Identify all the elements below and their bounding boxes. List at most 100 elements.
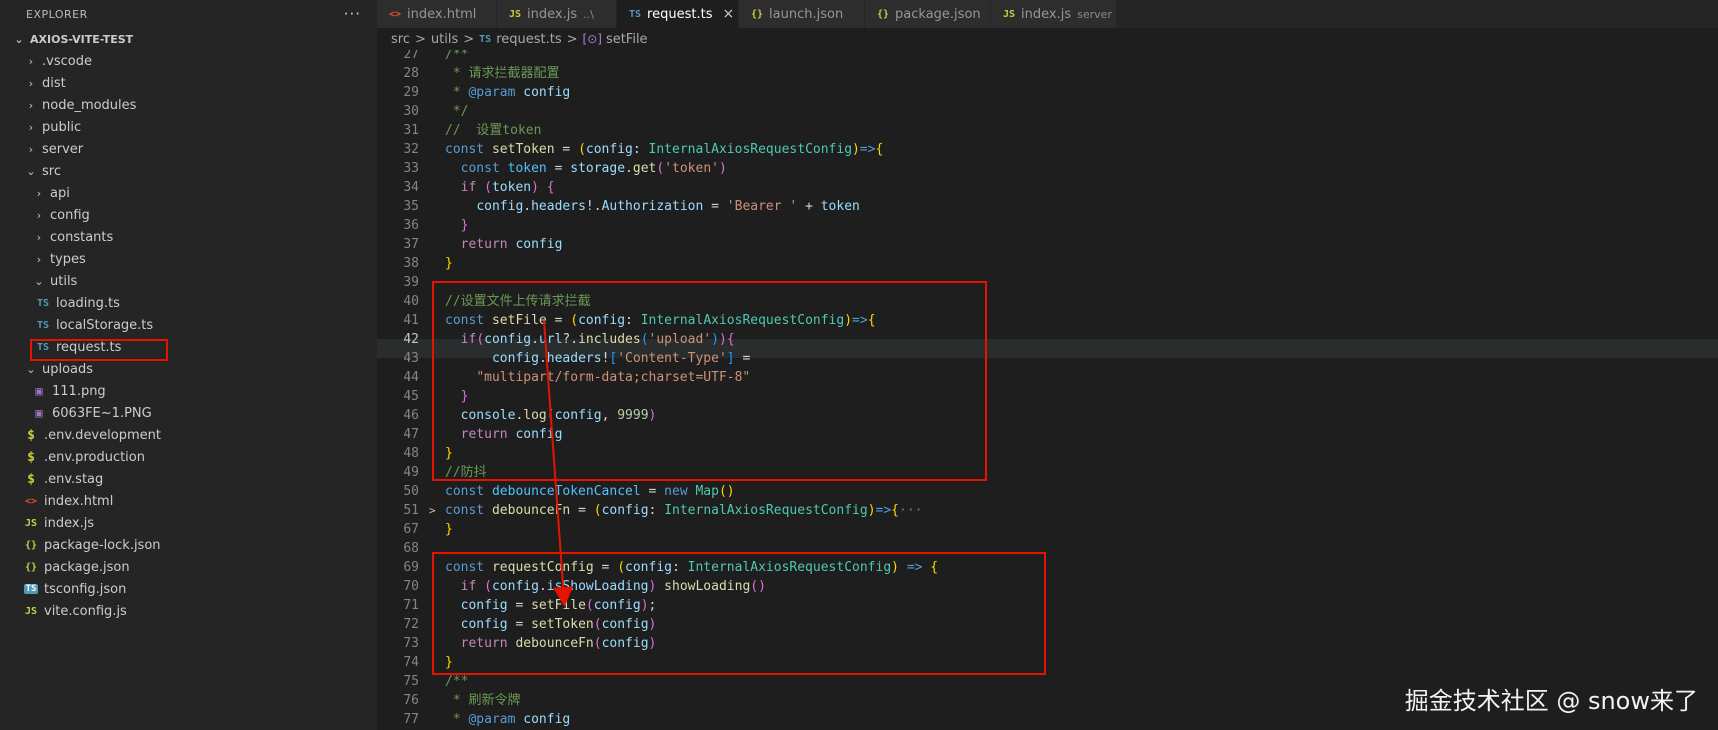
tree-folder-constants[interactable]: › constants — [0, 226, 377, 248]
tree-file-index-js[interactable]: JS index.js — [0, 512, 377, 534]
breadcrumb-file[interactable]: request.ts — [496, 32, 561, 47]
breadcrumb-utils[interactable]: utils — [431, 32, 458, 47]
tab-index-js-server[interactable]: JS index.js server — [991, 0, 1117, 28]
tree-label: 6063FE~1.PNG — [52, 405, 152, 421]
tree-folder-config[interactable]: › config — [0, 204, 377, 226]
tree-label: utils — [50, 273, 78, 289]
tab-description: ..\ — [583, 7, 594, 21]
tree-file-index-html[interactable]: <> index.html — [0, 490, 377, 512]
tree-label: node_modules — [42, 97, 137, 113]
request-ts-highlight-box — [30, 339, 168, 361]
line-number: 45 — [403, 389, 419, 404]
line-number: 42 — [403, 332, 419, 347]
typescript-icon: TS — [36, 319, 50, 331]
explorer-header: EXPLORER ··· — [0, 0, 377, 28]
tree-file-env-stag[interactable]: $ .env.stag — [0, 468, 377, 490]
tab-index-js[interactable]: JS index.js ..\ — [497, 0, 617, 28]
tree-folder-uploads[interactable]: ⌄ uploads — [0, 358, 377, 380]
code-editor[interactable]: 27/** 28 * 请求拦截器配置 29 * @param config 30… — [377, 50, 1718, 730]
tree-folder-node-modules[interactable]: › node_modules — [0, 94, 377, 116]
line-number: 28 — [403, 66, 419, 81]
line-number: 43 — [403, 351, 419, 366]
tree-file-6063fe-png[interactable]: ▣ 6063FE~1.PNG — [0, 402, 377, 424]
chevron-right-icon: › — [36, 208, 42, 222]
line-number: 41 — [403, 313, 419, 328]
tree-file-env-production[interactable]: $ .env.production — [0, 446, 377, 468]
tree-file-package-json[interactable]: {} package.json — [0, 556, 377, 578]
explorer-title: EXPLORER — [26, 7, 88, 21]
tree-label: server — [42, 141, 84, 157]
tree-folder-vscode[interactable]: › .vscode — [0, 50, 377, 72]
tree-folder-api[interactable]: › api — [0, 182, 377, 204]
tab-package-json[interactable]: {} package.json — [865, 0, 991, 28]
tab-label: package.json — [895, 6, 981, 22]
typescript-icon: TS — [36, 297, 50, 309]
fold-chevron-icon[interactable]: > — [429, 501, 436, 520]
chevron-right-icon: › — [36, 230, 42, 244]
breadcrumb-symbol[interactable]: setFile — [606, 32, 648, 47]
javascript-icon: JS — [509, 8, 522, 20]
chevron-right-icon: › — [28, 98, 34, 112]
html-icon: <> — [24, 495, 38, 507]
tree-file-env-development[interactable]: $ .env.development — [0, 424, 377, 446]
line-number: 29 — [403, 85, 419, 100]
explorer-sidebar: EXPLORER ··· ⌄ AXIOS-VITE-TEST › .vscode … — [0, 0, 377, 730]
line-number: 69 — [403, 560, 419, 575]
tree-folder-types[interactable]: › types — [0, 248, 377, 270]
tree-folder-server[interactable]: › server — [0, 138, 377, 160]
tab-index-html[interactable]: <> index.html — [377, 0, 497, 28]
line-number: 47 — [403, 427, 419, 442]
tab-request-ts[interactable]: TS request.ts × — [617, 0, 739, 28]
line-number: 44 — [403, 370, 419, 385]
line-number: 67 — [403, 522, 419, 537]
json-icon: {} — [24, 539, 38, 551]
env-dollar-icon: $ — [27, 471, 35, 487]
tree-file-package-lock-json[interactable]: {} package-lock.json — [0, 534, 377, 556]
tab-label: index.js — [1021, 6, 1072, 22]
tree-label: localStorage.ts — [56, 317, 154, 333]
env-dollar-icon: $ — [27, 449, 35, 465]
tree-file-loading-ts[interactable]: TS loading.ts — [0, 292, 377, 314]
tab-label: index.js — [527, 6, 578, 22]
collapsed-region-marker[interactable]: ··· — [899, 503, 922, 518]
tree-file-111-png[interactable]: ▣ 111.png — [0, 380, 377, 402]
tree-folder-dist[interactable]: › dist — [0, 72, 377, 94]
image-icon: ▣ — [35, 406, 43, 420]
chevron-down-icon: ⌄ — [26, 164, 36, 178]
image-icon: ▣ — [35, 384, 43, 398]
javascript-icon: JS — [24, 605, 38, 617]
env-dollar-icon: $ — [27, 427, 35, 443]
tree-file-vite-config-js[interactable]: JS vite.config.js — [0, 600, 377, 622]
javascript-icon: JS — [24, 517, 38, 529]
line-number: 40 — [403, 294, 419, 309]
chevron-right-icon: › — [36, 252, 42, 266]
close-icon[interactable]: × — [722, 6, 734, 22]
more-actions-icon[interactable]: ··· — [344, 5, 361, 23]
tree-label: loading.ts — [56, 295, 120, 311]
line-number: 46 — [403, 408, 419, 423]
tree-folder-utils[interactable]: ⌄ utils — [0, 270, 377, 292]
tree-label: index.html — [44, 493, 114, 509]
tree-label: config — [50, 207, 90, 223]
tree-file-localstorage-ts[interactable]: TS localStorage.ts — [0, 314, 377, 336]
typescript-icon: TS — [629, 8, 642, 20]
breadcrumb-separator: > — [566, 31, 578, 47]
line-number: 32 — [403, 142, 419, 157]
line-number: 36 — [403, 218, 419, 233]
tab-launch-json[interactable]: {} launch.json — [739, 0, 865, 28]
tree-file-tsconfig-json[interactable]: TS tsconfig.json — [0, 578, 377, 600]
tree-label: constants — [50, 229, 114, 245]
tab-label: request.ts — [647, 6, 713, 22]
json-icon: {} — [24, 561, 38, 573]
chevron-right-icon: › — [28, 120, 34, 134]
tree-label: uploads — [42, 361, 94, 377]
watermark-text: 掘金技术社区 @ snow来了 — [1404, 687, 1698, 715]
tab-label: index.html — [407, 6, 477, 22]
tree-folder-public[interactable]: › public — [0, 116, 377, 138]
line-number: 30 — [403, 104, 419, 119]
line-number: 74 — [403, 655, 419, 670]
project-root[interactable]: ⌄ AXIOS-VITE-TEST — [0, 28, 377, 50]
tree-folder-src[interactable]: ⌄ src — [0, 160, 377, 182]
breadcrumb-src[interactable]: src — [391, 32, 410, 47]
tree-label: .env.production — [44, 449, 145, 465]
